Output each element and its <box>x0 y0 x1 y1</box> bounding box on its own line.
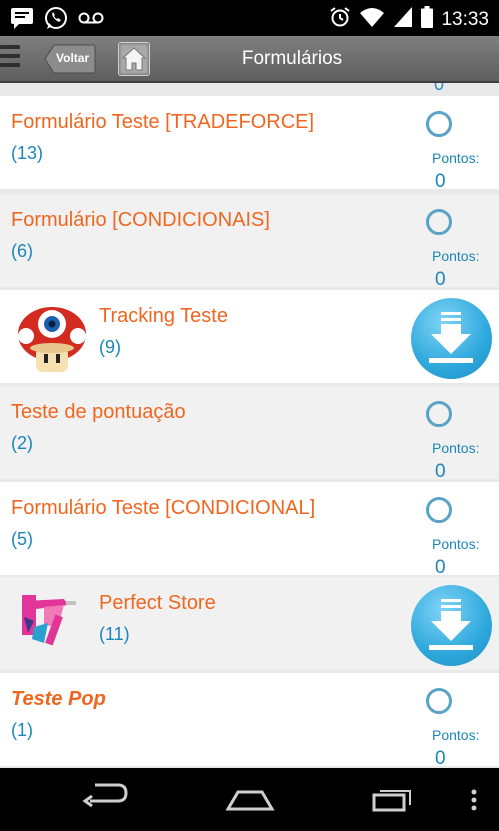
points-value: 0 <box>435 461 446 482</box>
form-count: (5) <box>11 529 33 549</box>
form-title: Formulário Teste [TRADEFORCE] <box>11 111 315 133</box>
download-button[interactable] <box>411 298 492 379</box>
download-icon <box>429 599 473 650</box>
radio-button[interactable] <box>426 497 452 523</box>
radio-button[interactable] <box>426 401 452 427</box>
form-title: Formulário Teste [CONDICIONAL] <box>11 497 316 519</box>
status-right-icons: 13:33 <box>329 6 489 33</box>
list-item[interactable]: Formulário [CONDICIONAIS] (6) Pontos: 0 <box>0 194 499 290</box>
form-count: (6) <box>11 241 33 261</box>
home-icon[interactable] <box>225 790 275 811</box>
perfect-store-thumbnail <box>14 587 90 663</box>
partial-points-value: 0 <box>434 83 445 94</box>
radio-button[interactable] <box>426 209 452 235</box>
overflow-menu-icon[interactable] <box>471 789 477 811</box>
form-title: Teste de pontuação <box>11 401 186 423</box>
recent-apps-icon[interactable] <box>372 790 411 812</box>
whatsapp-icon <box>44 6 68 35</box>
back-icon[interactable] <box>82 783 128 808</box>
list-item[interactable]: Formulário Teste [CONDICIONAL] (5) Ponto… <box>0 482 499 578</box>
battery-icon <box>421 6 434 33</box>
points-label: Pontos: <box>432 536 480 552</box>
wifi-icon <box>359 6 385 33</box>
form-count: (13) <box>11 143 44 163</box>
status-time: 13:33 <box>441 8 489 30</box>
form-count: (9) <box>99 337 121 357</box>
points-label: Pontos: <box>432 150 480 166</box>
points-value: 0 <box>435 748 446 768</box>
status-left-icons <box>10 6 104 35</box>
points-value: 0 <box>435 269 446 290</box>
form-title: Perfect Store <box>99 592 216 614</box>
form-title: Formulário [CONDICIONAIS] <box>11 209 270 231</box>
alarm-icon <box>329 6 351 33</box>
app-header: Voltar Formulários <box>0 36 499 83</box>
form-count: (11) <box>99 624 130 644</box>
points-value: 0 <box>435 557 446 578</box>
message-icon <box>10 7 34 34</box>
form-title: Tracking Teste <box>99 305 228 327</box>
page-title: Formulários <box>241 48 343 69</box>
points-label: Pontos: <box>432 440 480 456</box>
radio-button[interactable] <box>426 111 452 137</box>
points-value: 0 <box>435 171 446 192</box>
list-item[interactable]: Perfect Store (11) <box>0 577 499 670</box>
forms-list: 0 Formulário Teste [TRADEFORCE] (13) Pon… <box>0 83 499 768</box>
download-icon <box>429 312 473 363</box>
voicemail-icon <box>78 11 104 30</box>
list-item[interactable]: Formulário Teste [TRADEFORCE] (13) Ponto… <box>0 96 499 192</box>
points-label: Pontos: <box>432 727 480 743</box>
mushroom-thumbnail <box>14 300 90 376</box>
form-count: (1) <box>11 720 33 740</box>
signal-icon <box>393 6 413 33</box>
form-title: Teste Pop <box>11 688 106 710</box>
list-item[interactable]: Tracking Teste (9) <box>0 290 499 383</box>
status-bar: 13:33 <box>0 0 499 36</box>
points-label: Pontos: <box>432 248 480 264</box>
list-item[interactable]: Teste Pop (1) Pontos: 0 <box>0 673 499 768</box>
system-nav-bar <box>0 768 499 831</box>
radio-button[interactable] <box>426 688 452 714</box>
list-item[interactable]: Teste de pontuação (2) Pontos: 0 <box>0 386 499 482</box>
form-count: (2) <box>11 433 33 453</box>
download-button[interactable] <box>411 585 492 666</box>
